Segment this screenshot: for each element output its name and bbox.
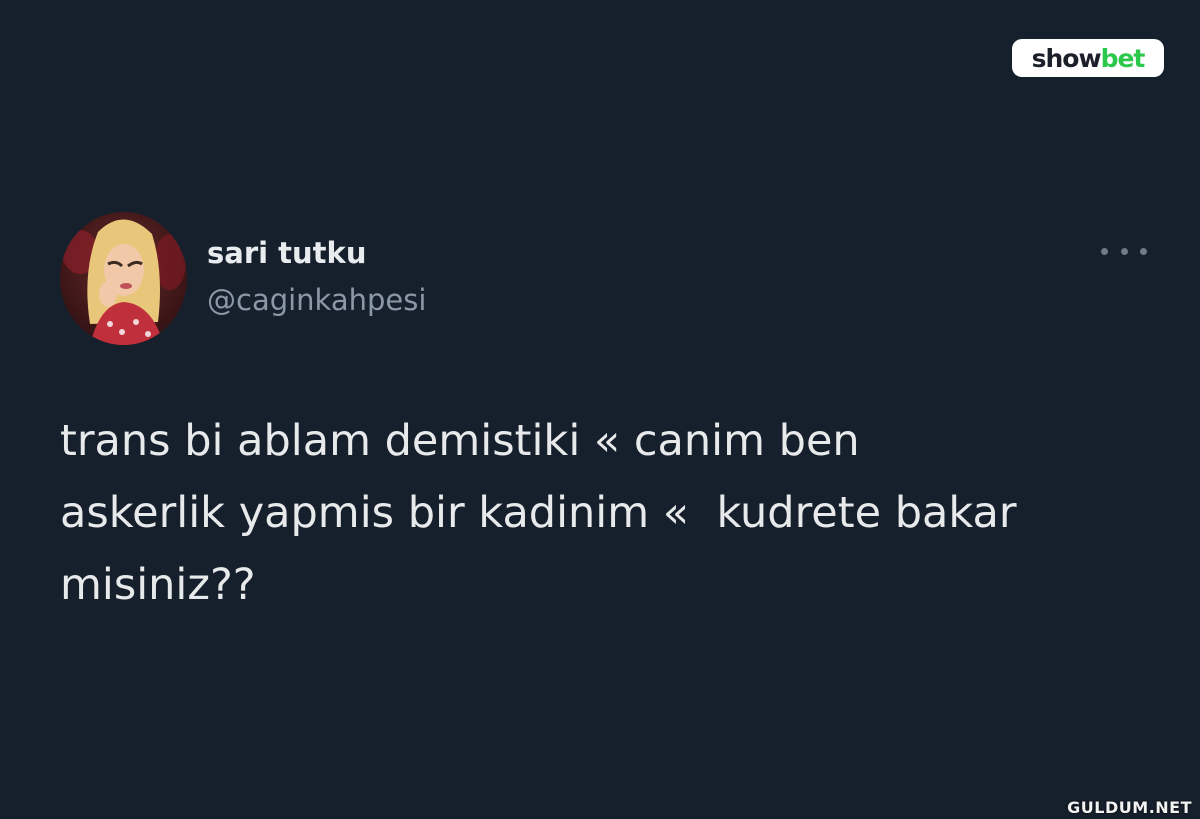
author-display-name[interactable]: sari tutku (207, 236, 366, 270)
tweet-text-line: trans bi ablam demistiki « canim ben (60, 416, 860, 466)
tweet-text-line: misiniz?? (60, 560, 256, 610)
more-horizontal-icon[interactable] (1101, 243, 1147, 259)
avatar[interactable] (60, 212, 187, 345)
more-dot (1101, 247, 1108, 255)
tweet-text-line: askerlik yapmis bir kadinim « kudrete ba… (60, 488, 1017, 538)
more-dot (1140, 247, 1147, 255)
more-dot (1120, 247, 1128, 255)
watermark: GULDUM.NET (1067, 798, 1192, 817)
showbet-logo: show bet (1012, 39, 1164, 77)
author-handle[interactable]: @caginkahpesi (207, 283, 426, 317)
logo-text-bet: bet (1100, 43, 1146, 73)
logo-text-show: show (1031, 43, 1102, 73)
avatar-photo-icon (60, 212, 187, 345)
tweet-text: trans bi ablam demistiki « canim ben ask… (60, 405, 1160, 621)
